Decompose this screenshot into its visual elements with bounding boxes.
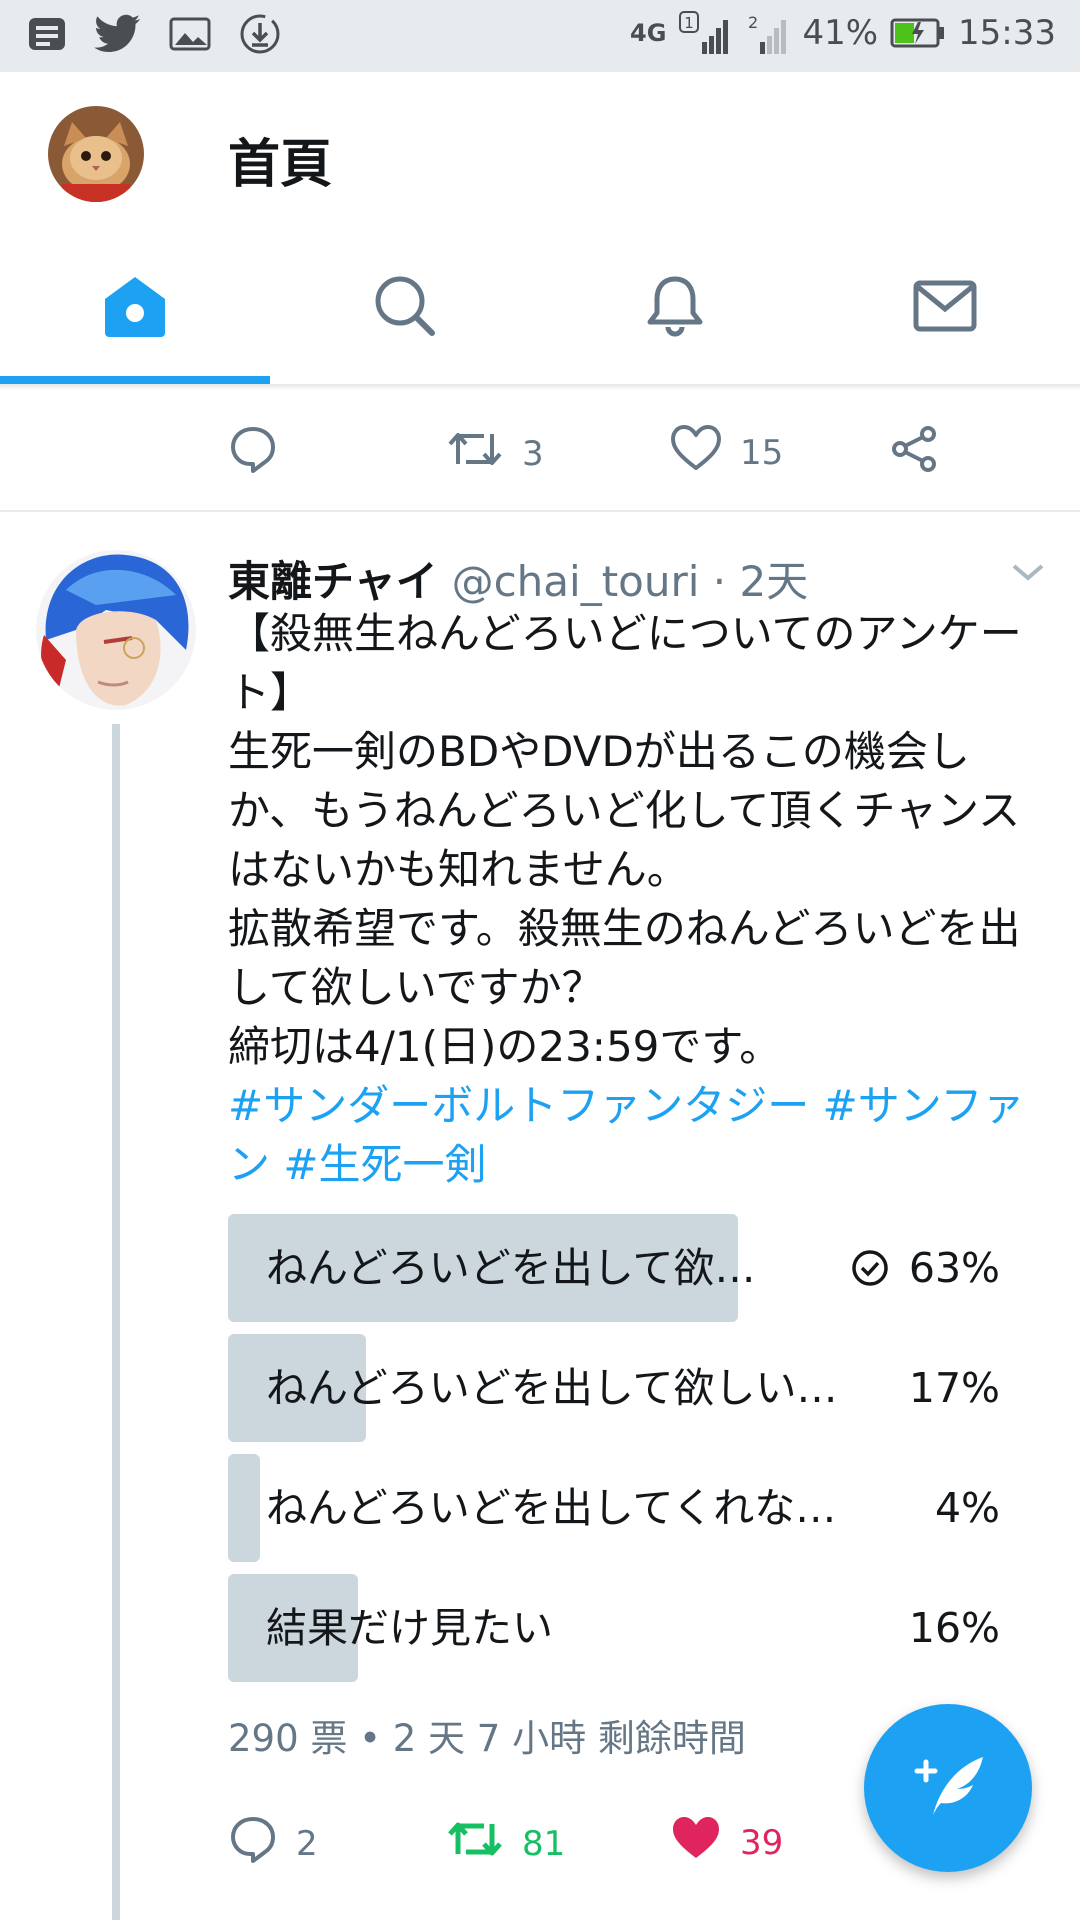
poll-option-label: 結果だけ見たい (266, 1604, 553, 1652)
compose-tweet-button[interactable] (864, 1704, 1032, 1872)
like-count: 39 (740, 1822, 784, 1863)
download-icon (238, 12, 282, 56)
tweet-hashtags[interactable]: #サンダーボルトファンタジー #サンファン #生死一剣 (228, 1076, 1048, 1194)
check-circle-icon (850, 1248, 890, 1292)
clock: 15:33 (958, 13, 1056, 53)
heart-icon (670, 424, 722, 481)
compose-quill-icon (903, 1741, 993, 1835)
tab-home[interactable] (0, 258, 270, 358)
author-name[interactable]: 東離チャイ (228, 557, 438, 606)
sim1-label: 1 (685, 14, 695, 32)
retweet-icon (446, 424, 504, 483)
poll-bar (228, 1454, 261, 1562)
poll-meta: 290 票 • 2 天 7 小時 剩餘時間 (228, 1717, 746, 1760)
poll-option-1[interactable]: ねんどろいどを出して欲… 63% (228, 1214, 1038, 1322)
author-avatar[interactable] (36, 550, 196, 710)
prev-retweet-count: 3 (522, 433, 544, 474)
chevron-down-icon (1010, 564, 1046, 588)
status-bar: 4G 1 2 41% 15:33 (0, 0, 1080, 72)
tab-search[interactable] (270, 258, 540, 358)
tab-notifications[interactable] (540, 258, 810, 358)
like-button[interactable]: 39 (670, 1814, 783, 1871)
reply-icon (228, 424, 278, 483)
home-icon (99, 273, 171, 343)
retweet-count: 81 (522, 1823, 566, 1864)
active-tab-indicator (0, 376, 270, 384)
poll-option-2[interactable]: ねんどろいどを出して欲しい… 17% (228, 1334, 1038, 1442)
reply-count: 2 (296, 1823, 318, 1864)
poll-option-3[interactable]: ねんどろいどを出してくれな… 4% (228, 1454, 1038, 1562)
poll-option-4[interactable]: 結果だけ見たい 16% (228, 1574, 1038, 1682)
notes-icon (26, 13, 68, 55)
heart-icon (670, 1814, 722, 1871)
tweet-menu-button[interactable] (1010, 560, 1046, 588)
network-indicator: 4G (630, 19, 667, 47)
prev-like-button[interactable]: 15 (670, 424, 783, 481)
author-handle-time[interactable]: @chai_touri · 2天 (452, 557, 809, 606)
tweet-header: 東離チャイ @chai_touri · 2天 (228, 548, 808, 609)
image-icon (168, 14, 212, 54)
header-shadow (0, 384, 1080, 390)
poll-option-percent: 17% (908, 1364, 1000, 1412)
poll-option-percent: 63% (908, 1244, 1000, 1292)
thread-line (112, 724, 120, 1920)
poll-option-percent: 4% (934, 1484, 1000, 1532)
twitter-icon (94, 13, 142, 55)
signal-2-icon: 2 (742, 10, 790, 56)
tweet-body: 【殺無生ねんどろいどについてのアンケート】 生死一剣のBDやDVDが出るこの機会… (228, 609, 1022, 1071)
signal-1-icon: 1 (678, 10, 730, 56)
prev-like-count: 15 (740, 432, 784, 473)
my-avatar[interactable] (48, 106, 144, 202)
sim2-label: 2 (748, 13, 758, 32)
tweet-divider (0, 510, 1080, 512)
reply-button[interactable]: 2 (228, 1814, 318, 1873)
poll-option-label: ねんどろいどを出して欲しい… (266, 1364, 838, 1412)
battery-icon (890, 17, 946, 49)
search-icon (372, 273, 438, 343)
battery-percent: 41% (802, 13, 879, 53)
poll-option-percent: 16% (908, 1604, 1000, 1652)
bell-icon (642, 273, 708, 343)
status-left-icons (26, 12, 282, 56)
status-right: 4G 1 2 41% 15:33 (630, 10, 1056, 56)
share-icon (890, 424, 940, 483)
prev-retweet-button[interactable]: 3 (446, 424, 544, 483)
page-title: 首頁 (228, 135, 333, 195)
prev-share-button[interactable] (890, 424, 940, 483)
prev-reply-button[interactable] (228, 424, 278, 483)
retweet-button[interactable]: 81 (446, 1814, 565, 1873)
reply-icon (228, 1814, 278, 1873)
poll-option-label: ねんどろいどを出して欲… (266, 1244, 756, 1292)
tab-messages[interactable] (810, 258, 1080, 358)
poll-option-label: ねんどろいどを出してくれな… (266, 1484, 837, 1532)
mail-icon (912, 277, 978, 339)
retweet-icon (446, 1814, 504, 1873)
